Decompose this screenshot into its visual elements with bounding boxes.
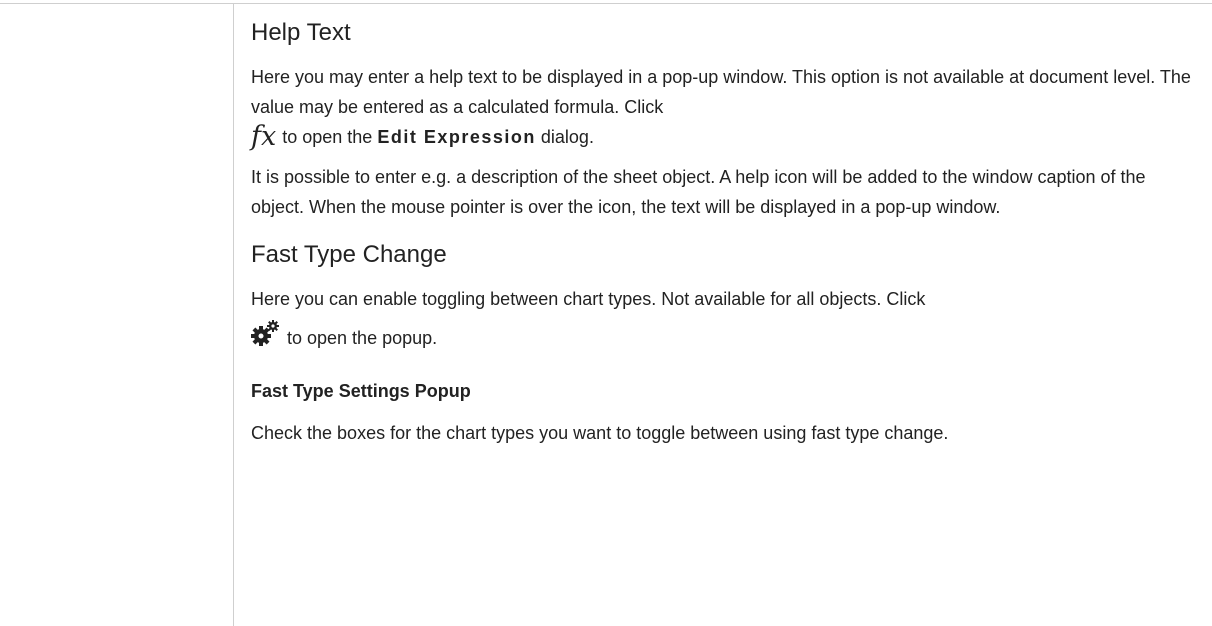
fx-icon: fx <box>251 121 277 152</box>
document-page: Help Text Here you may enter a help text… <box>0 0 1212 626</box>
help-text-paragraph-1-a: Here you may enter a help text to be dis… <box>251 67 1191 117</box>
fast-type-settings-subheading: Fast Type Settings Popup <box>251 381 471 401</box>
help-text-paragraph-2: It is possible to enter e.g. a descripti… <box>251 167 1146 217</box>
edit-expression-term: Edit Expression <box>377 127 536 147</box>
help-text-paragraph-1-c: dialog. <box>540 127 594 147</box>
fast-type-change-section: Fast Type Change Here you can enable tog… <box>251 240 1201 448</box>
help-text-paragraph-1: Here you may enter a help text to be dis… <box>251 62 1201 152</box>
help-text-paragraph-1-b: to open the <box>282 127 373 147</box>
fast-type-paragraph-1-b: to open the popup. <box>287 328 438 348</box>
fast-type-paragraph-1: Here you can enable toggling between cha… <box>251 289 926 309</box>
content-column: Help Text Here you may enter a help text… <box>251 18 1201 448</box>
gear-icon <box>251 320 281 348</box>
fast-type-paragraph-1-continued: to open the popup. <box>251 320 1201 356</box>
help-text-section: Help Text Here you may enter a help text… <box>251 18 1201 222</box>
top-divider <box>0 3 1212 4</box>
fast-type-change-heading: Fast Type Change <box>251 241 447 268</box>
column-divider <box>233 3 234 626</box>
help-text-heading: Help Text <box>251 19 351 46</box>
fast-type-paragraph-2: Check the boxes for the chart types you … <box>251 423 949 443</box>
